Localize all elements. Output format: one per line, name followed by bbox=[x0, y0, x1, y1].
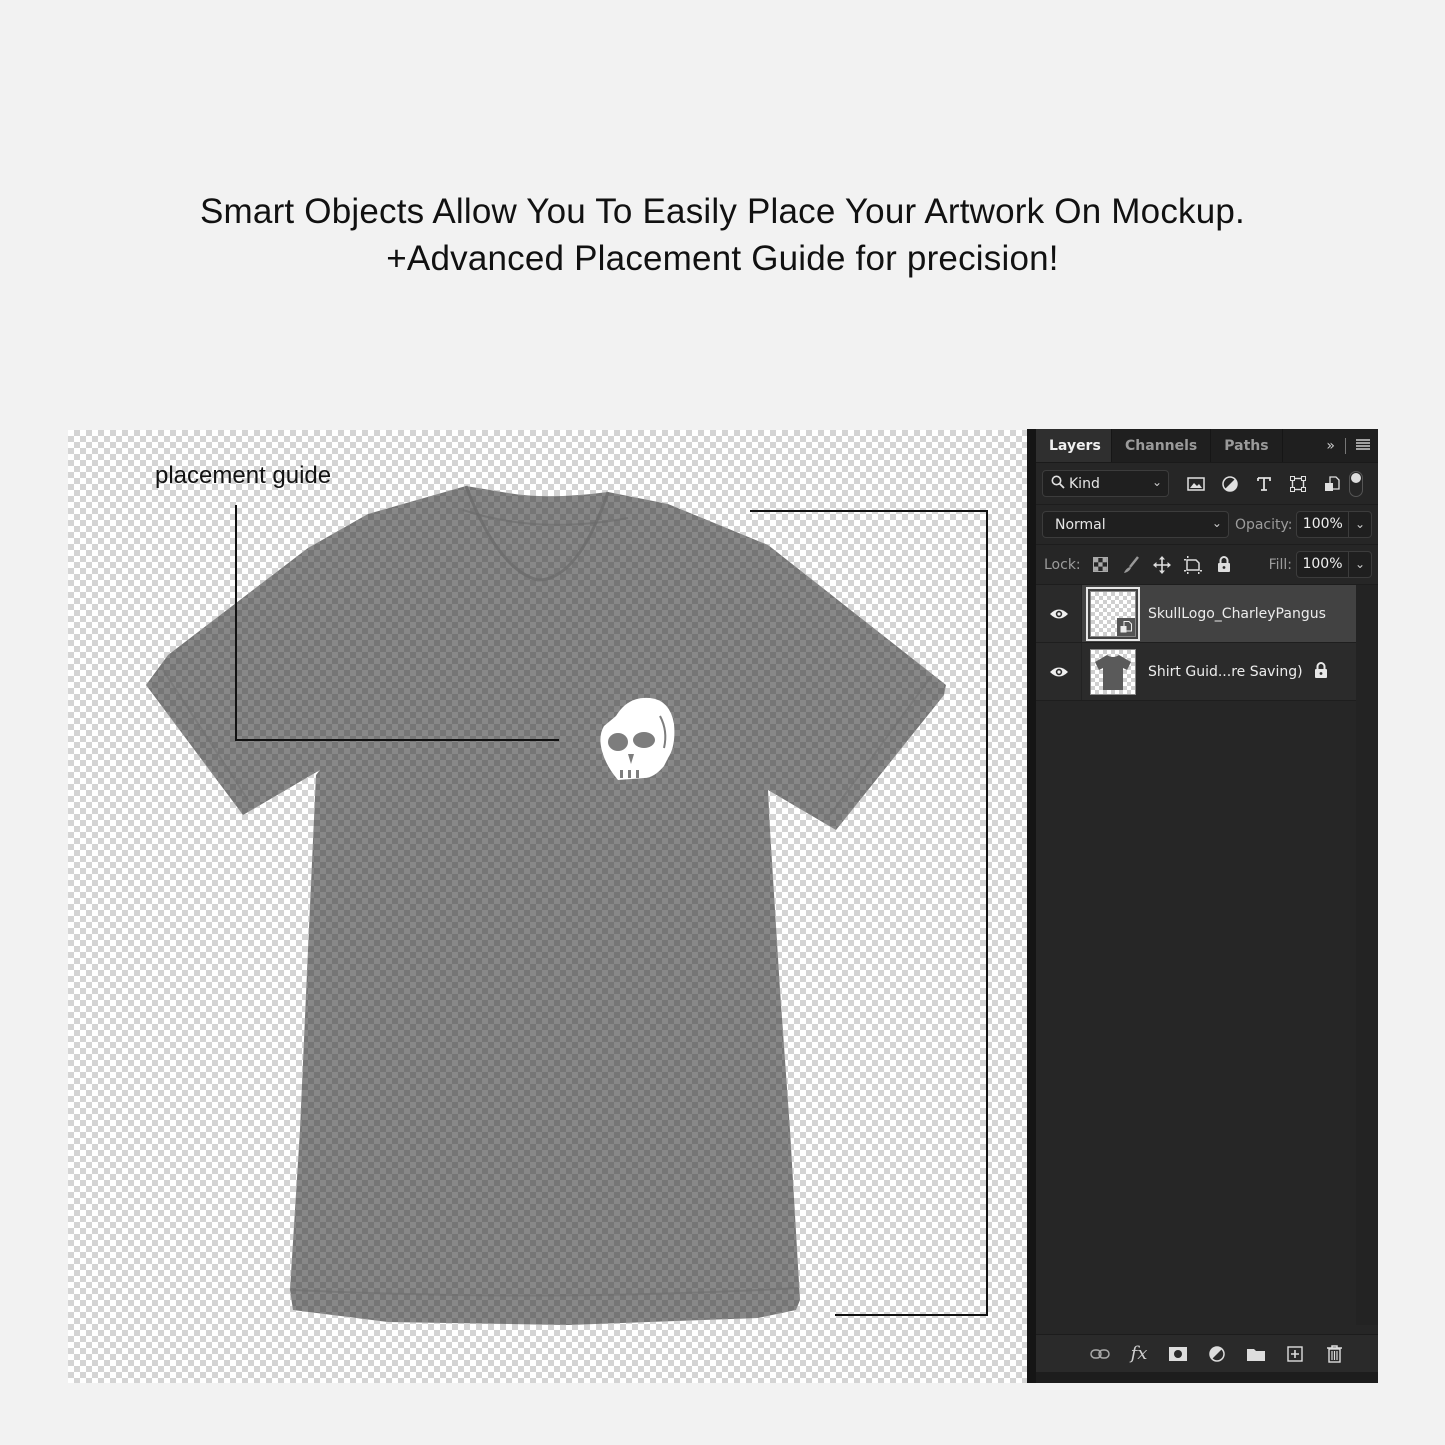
visibility-toggle[interactable] bbox=[1036, 585, 1082, 642]
fill-value[interactable]: 100% bbox=[1297, 552, 1349, 577]
chevron-down-icon: ⌄ bbox=[1151, 475, 1162, 489]
lock-row: Lock: Fill: 100% ⌄ bbox=[1036, 545, 1378, 585]
opacity-label: Opacity: bbox=[1234, 516, 1293, 533]
document-canvas[interactable]: placement guide bbox=[68, 430, 1028, 1383]
blend-mode-value: Normal bbox=[1055, 516, 1106, 533]
layer-row-skull-logo[interactable]: SkullLogo_CharleyPangus bbox=[1036, 585, 1356, 643]
fill-chevron-down-icon[interactable]: ⌄ bbox=[1349, 552, 1371, 577]
layers-list: SkullLogo_CharleyPangus Shirt Guid...re … bbox=[1036, 585, 1378, 1325]
panel-resize-handle[interactable] bbox=[1036, 1372, 1378, 1383]
layer-name[interactable]: SkullLogo_CharleyPangus bbox=[1148, 606, 1326, 622]
tab-paths[interactable]: Paths bbox=[1211, 429, 1283, 462]
layers-footer-toolbar: fx bbox=[1036, 1334, 1378, 1372]
panel-tabs: Layers Channels Paths » bbox=[1036, 429, 1378, 463]
filter-row: Kind ⌄ bbox=[1036, 463, 1378, 505]
fill-field[interactable]: 100% ⌄ bbox=[1296, 551, 1372, 578]
guide-line-right-top bbox=[750, 510, 988, 512]
fill-label: Fill: bbox=[1268, 556, 1292, 573]
visibility-toggle[interactable] bbox=[1036, 643, 1082, 700]
smart-object-badge-icon bbox=[1117, 617, 1135, 636]
layers-scrollbar[interactable] bbox=[1356, 585, 1378, 1325]
opacity-chevron-down-icon[interactable]: ⌄ bbox=[1349, 512, 1371, 537]
guide-line-left-horizontal bbox=[235, 739, 559, 741]
filter-toggle[interactable] bbox=[1349, 470, 1363, 497]
headline: Smart Objects Allow You To Easily Place … bbox=[0, 188, 1445, 282]
link-layers-icon[interactable] bbox=[1081, 1348, 1120, 1359]
lock-transparent-pixels-icon[interactable] bbox=[1085, 557, 1116, 572]
placement-guide-label: placement guide bbox=[155, 462, 332, 489]
layer-thumbnail bbox=[1086, 586, 1140, 641]
layer-mask-icon[interactable] bbox=[1159, 1346, 1198, 1361]
layer-name[interactable]: Shirt Guid...re Saving) bbox=[1148, 664, 1303, 680]
new-layer-icon[interactable] bbox=[1276, 1345, 1315, 1362]
type-filter-icon[interactable] bbox=[1247, 476, 1281, 492]
adjustment-layer-icon[interactable] bbox=[1198, 1345, 1237, 1362]
blend-mode-dropdown[interactable]: Normal ⌄ bbox=[1042, 511, 1229, 538]
chevron-down-icon: ⌄ bbox=[1211, 516, 1222, 530]
smart-object-filter-icon[interactable] bbox=[1315, 475, 1349, 492]
layer-thumbnail bbox=[1090, 648, 1136, 695]
headline-line-2: +Advanced Placement Guide for precision! bbox=[386, 239, 1059, 278]
layers-panel: Layers Channels Paths » Kind ⌄ Normal ⌄ … bbox=[1027, 429, 1378, 1383]
opacity-field[interactable]: 100% ⌄ bbox=[1296, 511, 1372, 538]
panel-menu-icon[interactable] bbox=[1356, 438, 1370, 454]
tshirt-thumbnail-icon bbox=[1095, 654, 1131, 690]
filter-kind-label: Kind bbox=[1069, 475, 1100, 492]
guide-line-right-bottom bbox=[835, 1314, 988, 1316]
fx-icon[interactable]: fx bbox=[1120, 1343, 1159, 1364]
lock-artboard-icon[interactable] bbox=[1178, 555, 1209, 574]
lock-label: Lock: bbox=[1044, 556, 1081, 573]
lock-image-pixels-icon[interactable] bbox=[1116, 555, 1147, 574]
guide-line-right-vertical bbox=[986, 510, 988, 1316]
tshirt-body bbox=[146, 486, 946, 1325]
eye-icon bbox=[1049, 609, 1068, 618]
eye-icon bbox=[1049, 667, 1068, 676]
blend-row: Normal ⌄ Opacity: 100% ⌄ bbox=[1036, 505, 1378, 545]
group-folder-icon[interactable] bbox=[1237, 1347, 1276, 1361]
collapse-panel-icon[interactable]: » bbox=[1326, 438, 1335, 454]
headline-line-1: Smart Objects Allow You To Easily Place … bbox=[200, 192, 1245, 231]
trash-icon[interactable] bbox=[1315, 1344, 1354, 1363]
filter-kind-dropdown[interactable]: Kind ⌄ bbox=[1042, 470, 1169, 497]
opacity-value[interactable]: 100% bbox=[1297, 512, 1350, 537]
shape-filter-icon[interactable] bbox=[1281, 475, 1315, 492]
tab-layers[interactable]: Layers bbox=[1036, 429, 1112, 462]
tshirt-mockup bbox=[146, 485, 946, 1325]
search-icon bbox=[1051, 475, 1065, 493]
layer-row-shirt-guide[interactable]: Shirt Guid...re Saving) bbox=[1036, 643, 1356, 701]
guide-line-left-vertical bbox=[235, 505, 237, 741]
image-filter-icon[interactable] bbox=[1179, 476, 1213, 491]
divider bbox=[1345, 438, 1346, 454]
lock-position-icon[interactable] bbox=[1147, 555, 1178, 574]
layer-locked-icon[interactable] bbox=[1314, 662, 1328, 683]
lock-all-icon[interactable] bbox=[1209, 556, 1240, 573]
tab-channels[interactable]: Channels bbox=[1112, 429, 1212, 462]
adjustment-filter-icon[interactable] bbox=[1213, 475, 1247, 492]
